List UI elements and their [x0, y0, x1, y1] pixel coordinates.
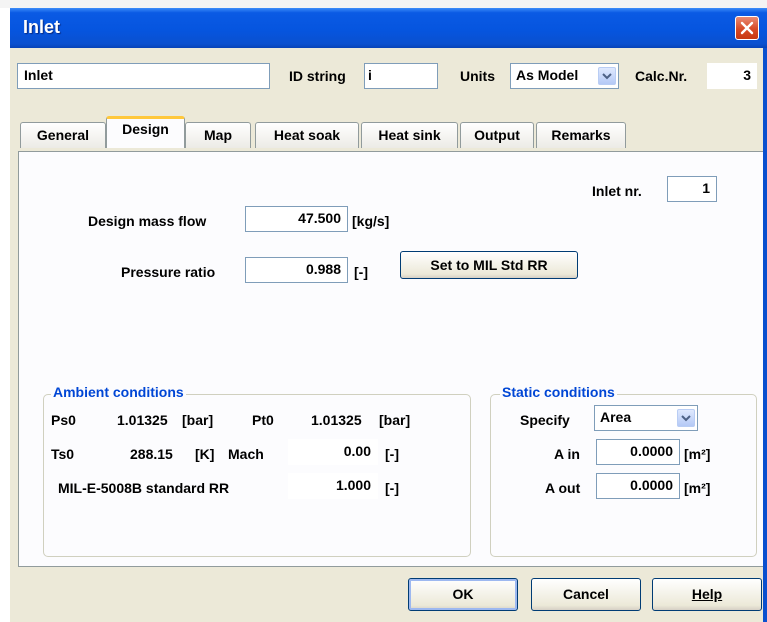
- pt0-label: Pt0: [252, 412, 274, 428]
- pressure-ratio-label: Pressure ratio: [121, 264, 216, 280]
- close-button[interactable]: [735, 16, 759, 40]
- ts0-unit: [K]: [195, 446, 215, 462]
- background-window-strip: ··· ········ ····· ·· ······ ··········: [0, 0, 767, 8]
- window-right-border: [763, 48, 767, 622]
- calc-nr-value: 3: [707, 63, 757, 89]
- ps0-unit: [bar]: [182, 412, 214, 428]
- tab-design[interactable]: Design: [106, 116, 185, 148]
- ts0-value: 288.15: [130, 446, 173, 462]
- a-out-unit: [m²]: [684, 480, 711, 496]
- pressure-ratio-unit: [-]: [354, 264, 368, 280]
- design-mass-flow-input[interactable]: 47.500: [245, 206, 348, 232]
- units-label: Units: [460, 68, 495, 84]
- a-in-unit: [m²]: [684, 446, 711, 462]
- chevron-down-icon: [602, 73, 612, 80]
- ps0-label: Ps0: [51, 412, 76, 428]
- specify-select[interactable]: Area: [594, 405, 698, 431]
- a-in-input[interactable]: 0.0000: [596, 439, 680, 465]
- inlet-nr-label: Inlet nr.: [592, 183, 642, 199]
- set-mil-std-rr-button[interactable]: Set to MIL Std RR: [400, 251, 578, 279]
- specify-value: Area: [600, 409, 632, 425]
- tab-output[interactable]: Output: [460, 122, 534, 148]
- tab-map[interactable]: Map: [185, 122, 251, 148]
- tab-general[interactable]: General: [20, 122, 106, 148]
- ok-button[interactable]: OK: [408, 578, 518, 611]
- mil-e-5008b-unit: [-]: [385, 480, 399, 496]
- design-tab-panel: Inlet nr. 1 Design mass flow 47.500 [kg/…: [18, 151, 767, 567]
- pressure-ratio-input[interactable]: 0.988: [245, 257, 348, 283]
- units-value: As Model: [516, 67, 579, 83]
- units-select[interactable]: As Model: [510, 63, 619, 89]
- help-button[interactable]: Help: [652, 578, 762, 611]
- a-out-input[interactable]: 0.0000: [596, 473, 680, 499]
- pt0-value: 1.01325: [311, 412, 362, 428]
- mil-e-5008b-input[interactable]: 1.000: [288, 473, 378, 499]
- pt0-unit: [bar]: [379, 412, 411, 428]
- ts0-label: Ts0: [51, 446, 75, 462]
- mil-e-5008b-label: MIL-E-5008B standard RR: [58, 480, 230, 496]
- mass-flow-unit: [kg/s]: [352, 213, 390, 229]
- tab-remarks[interactable]: Remarks: [536, 122, 626, 148]
- chevron-down-icon: [681, 415, 691, 422]
- ambient-conditions-title: Ambient conditions: [51, 384, 186, 400]
- specify-label: Specify: [520, 412, 570, 428]
- specify-dropdown-button[interactable]: [677, 409, 695, 427]
- a-in-label: A in: [554, 446, 580, 462]
- calc-nr-label: Calc.Nr.: [635, 68, 688, 84]
- name-field[interactable]: Inlet: [17, 63, 270, 89]
- cancel-button[interactable]: Cancel: [531, 578, 641, 611]
- a-out-label: A out: [545, 480, 581, 496]
- static-conditions-title: Static conditions: [500, 384, 617, 400]
- ps0-value: 1.01325: [117, 412, 168, 428]
- inlet-nr-input[interactable]: 1: [667, 176, 717, 202]
- window-title: Inlet: [23, 17, 61, 37]
- tab-heat-sink[interactable]: Heat sink: [361, 122, 458, 148]
- units-dropdown-button[interactable]: [598, 67, 616, 85]
- tab-heat-soak[interactable]: Heat soak: [255, 122, 359, 148]
- close-icon: [740, 21, 754, 35]
- mach-input[interactable]: 0.00: [288, 439, 378, 465]
- id-string-input[interactable]: i: [364, 63, 438, 89]
- title-bar[interactable]: Inlet: [10, 8, 767, 48]
- inlet-dialog: Inlet Inlet ID string i Units As Model C…: [10, 8, 767, 622]
- mach-label: Mach: [228, 446, 264, 462]
- design-mass-flow-label: Design mass flow: [88, 213, 207, 229]
- id-string-label: ID string: [289, 68, 346, 84]
- mach-unit: [-]: [385, 446, 399, 462]
